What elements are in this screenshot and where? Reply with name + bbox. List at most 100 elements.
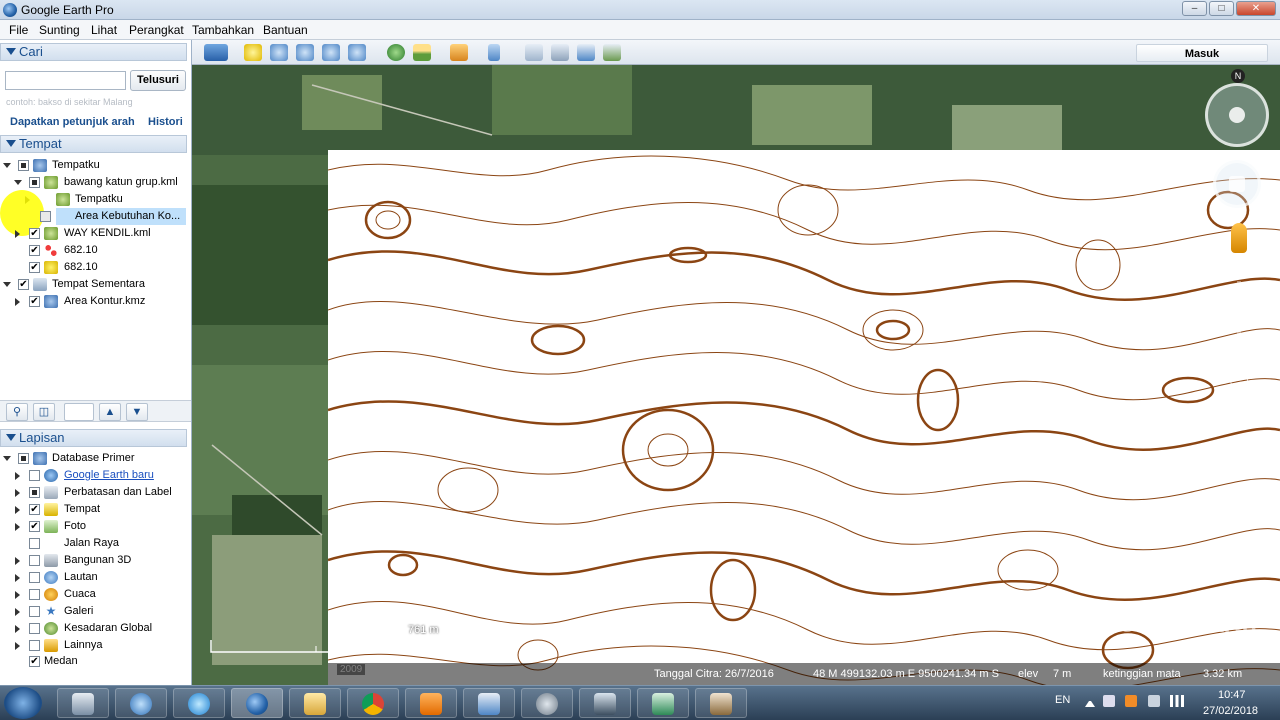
toggle-panel-button[interactable]: ◫ [33, 403, 55, 421]
checkbox[interactable] [29, 470, 40, 481]
taskbar-chrome[interactable] [347, 688, 399, 718]
expand-arrow-icon[interactable] [15, 489, 20, 497]
search-panel-header[interactable]: Cari [0, 43, 187, 61]
layer-item-google-earth-baru[interactable]: Google Earth baru [0, 467, 190, 484]
email-icon[interactable] [525, 44, 543, 61]
taskbar-app-12[interactable] [695, 688, 747, 718]
expand-arrow-icon[interactable] [15, 557, 20, 565]
add-placemark-icon[interactable] [244, 44, 262, 61]
expand-arrow-icon[interactable] [14, 180, 22, 185]
places-filter-box[interactable] [64, 403, 94, 421]
taskbar-vlc[interactable] [405, 688, 457, 718]
checkbox[interactable] [29, 640, 40, 651]
expand-arrow-icon[interactable] [15, 608, 20, 616]
layer-item-kesadaran-global[interactable]: Kesadaran Global [0, 620, 190, 637]
expand-arrow-icon[interactable] [15, 523, 20, 531]
add-polygon-icon[interactable] [270, 44, 288, 61]
signal-icon[interactable] [1170, 695, 1184, 707]
expand-arrow-icon[interactable] [15, 574, 20, 582]
zoom-out-icon[interactable]: − [1230, 371, 1248, 389]
expand-arrow-icon[interactable] [3, 282, 11, 287]
layer-item-perbatasan[interactable]: Perbatasan dan Label [0, 484, 190, 501]
taskbar-internet-explorer[interactable] [173, 688, 225, 718]
checkbox[interactable] [40, 211, 51, 222]
print-icon[interactable] [551, 44, 569, 61]
layer-item-lainnya[interactable]: Lainnya [0, 637, 190, 654]
tree-item-682-10-b[interactable]: ✔ 682.10 [0, 259, 190, 276]
tree-item-area-kebutuhan-controls[interactable] [0, 208, 56, 225]
menu-lihat[interactable]: Lihat [91, 23, 117, 37]
maximize-button[interactable]: □ [1209, 1, 1234, 16]
expand-arrow-icon[interactable] [15, 472, 20, 480]
menu-perangkat[interactable]: Perangkat [129, 23, 184, 37]
move-joystick[interactable] [1213, 160, 1261, 208]
search-places-button[interactable]: ⚲ [6, 403, 28, 421]
language-indicator[interactable]: EN [1055, 694, 1070, 706]
taskbar-google-earth[interactable] [231, 688, 283, 718]
history-link[interactable]: Histori [148, 116, 183, 128]
menu-file[interactable]: File [9, 23, 28, 37]
layer-item-bangunan-3d[interactable]: Bangunan 3D [0, 552, 190, 569]
tree-item-tempat-sementara[interactable]: ✔ Tempat Sementara [0, 276, 190, 293]
checkbox[interactable] [29, 623, 40, 634]
checkbox[interactable] [29, 555, 40, 566]
expand-arrow-icon[interactable] [15, 230, 20, 238]
expand-arrow-icon[interactable] [3, 163, 11, 168]
checkbox[interactable] [29, 487, 40, 498]
start-button[interactable] [4, 687, 42, 719]
checkbox[interactable] [29, 538, 40, 549]
close-button[interactable]: ✕ [1236, 1, 1276, 16]
sidebar-toggle-icon[interactable] [204, 44, 228, 61]
add-image-overlay-icon[interactable] [322, 44, 340, 61]
tree-item-tempatku[interactable]: Tempatku [0, 157, 190, 174]
layer-item-tempat[interactable]: ✔ Tempat [0, 501, 190, 518]
tree-item-area-kebutuhan[interactable]: Area Kebutuhan Ko... [56, 208, 186, 225]
clock-time[interactable]: 10:47 [1218, 689, 1246, 701]
expand-arrow-icon[interactable] [15, 506, 20, 514]
look-joystick[interactable] [1205, 83, 1269, 147]
tree-item-bawang-katun[interactable]: bawang katun grup.kml [0, 174, 190, 191]
menu-tambahkan[interactable]: Tambahkan [192, 23, 254, 37]
menu-bantuan[interactable]: Bantuan [263, 23, 308, 37]
switch-planet-icon[interactable] [450, 44, 468, 61]
expand-arrow-icon[interactable] [15, 642, 20, 650]
ruler-icon[interactable] [488, 44, 500, 61]
tree-item-682-10-a[interactable]: ✔ 682.10 [0, 242, 190, 259]
sunlight-icon[interactable] [413, 44, 431, 61]
layer-item-medan[interactable]: ✔ Medan [0, 653, 190, 670]
checkbox[interactable] [29, 177, 40, 188]
layer-item-foto[interactable]: ✔ Foto [0, 518, 190, 535]
zoom-slider-thumb[interactable] [1230, 321, 1248, 327]
checkbox[interactable]: ✔ [29, 245, 40, 256]
save-image-icon[interactable] [577, 44, 595, 61]
zoom-in-icon[interactable]: + [1230, 260, 1248, 278]
checkbox[interactable]: ✔ [18, 279, 29, 290]
record-tour-icon[interactable] [348, 44, 366, 61]
volume-icon[interactable] [1103, 695, 1115, 707]
expand-arrow-icon[interactable] [15, 591, 20, 599]
move-up-button[interactable]: ▲ [99, 403, 121, 421]
checkbox[interactable] [29, 589, 40, 600]
checkbox[interactable]: ✔ [29, 228, 40, 239]
layer-item-galeri[interactable]: ★ Galeri [0, 603, 190, 620]
network-icon[interactable] [1148, 695, 1160, 707]
checkbox[interactable] [18, 160, 29, 171]
tree-item-area-kontur[interactable]: ✔ Area Kontur.kmz [0, 293, 190, 310]
tray-app-icon[interactable] [1125, 695, 1137, 707]
signin-button[interactable]: Masuk [1136, 44, 1268, 62]
map-view[interactable]: N + − 761 m 2009 Image © 2018 CNES / Air… [192, 65, 1280, 685]
expand-arrow-icon[interactable] [3, 456, 11, 461]
checkbox[interactable]: ✔ [29, 262, 40, 273]
expand-arrow-icon[interactable] [15, 625, 20, 633]
checkbox[interactable]: ✔ [29, 504, 40, 515]
checkbox[interactable]: ✔ [29, 656, 40, 667]
add-path-icon[interactable] [296, 44, 314, 61]
layer-item-jalan-raya[interactable]: Jalan Raya [0, 535, 190, 552]
search-input[interactable] [5, 71, 126, 90]
move-down-button[interactable]: ▼ [126, 403, 148, 421]
checkbox[interactable]: ✔ [29, 521, 40, 532]
minimize-button[interactable]: – [1182, 1, 1207, 16]
tree-item-way-kendil[interactable]: ✔ WAY KENDIL.kml [0, 225, 190, 242]
clock-date[interactable]: 27/02/2018 [1203, 705, 1258, 717]
view-in-maps-icon[interactable] [603, 44, 621, 61]
